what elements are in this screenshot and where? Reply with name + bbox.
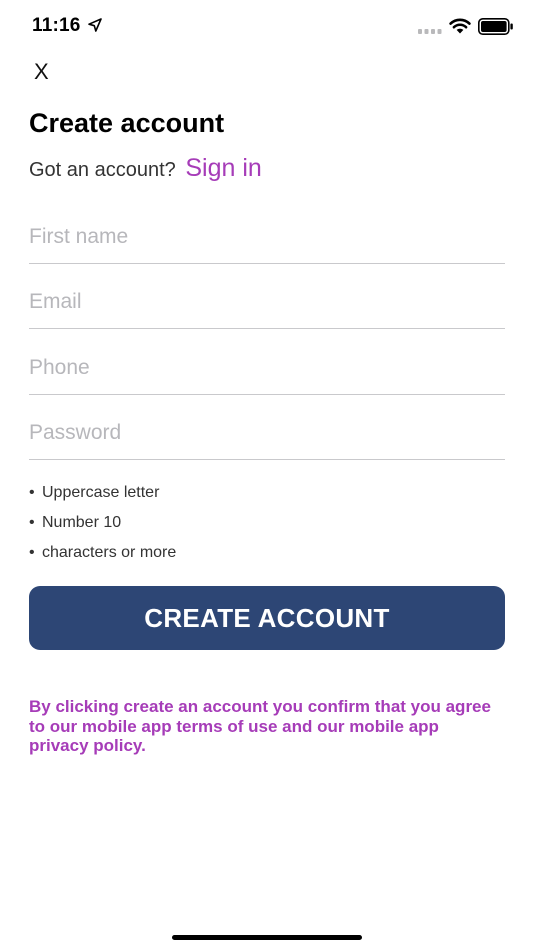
terms-notice: By clicking create an account you confir… bbox=[29, 697, 491, 755]
password-rule-text: Number 10 bbox=[42, 514, 122, 531]
wifi-icon bbox=[449, 18, 471, 34]
cellular-signal-icon bbox=[418, 29, 442, 34]
status-bar: 11:16 bbox=[0, 0, 534, 54]
bullet-icon: • bbox=[29, 544, 35, 561]
first-name-input[interactable] bbox=[29, 210, 505, 264]
sign-in-link[interactable]: Sign in bbox=[185, 154, 261, 182]
password-rules: • Uppercase letter • Number 10 • characters… bbox=[29, 481, 176, 571]
password-rule-text: Uppercase letter bbox=[42, 484, 160, 501]
phone-input[interactable] bbox=[29, 341, 505, 395]
password-rule: • characters or more bbox=[29, 541, 176, 571]
bullet-icon: • bbox=[29, 484, 35, 501]
location-arrow-icon bbox=[88, 18, 102, 32]
status-time: 11:16 bbox=[32, 15, 81, 36]
battery-icon bbox=[478, 18, 513, 35]
close-button[interactable]: X bbox=[34, 58, 56, 86]
email-input[interactable] bbox=[29, 275, 505, 329]
signin-prompt: Got an account? bbox=[29, 159, 176, 181]
bullet-icon: • bbox=[29, 514, 35, 531]
create-account-button[interactable]: CREATE ACCOUNT bbox=[29, 586, 505, 650]
password-rule: • Uppercase letter bbox=[29, 481, 176, 511]
signin-row: Got an account? Sign in bbox=[29, 154, 262, 183]
home-indicator bbox=[172, 935, 362, 940]
password-rule: • Number 10 bbox=[29, 511, 176, 541]
page-title: Create account bbox=[29, 108, 225, 138]
password-rule-text: characters or more bbox=[42, 544, 177, 561]
password-input[interactable] bbox=[29, 406, 505, 460]
